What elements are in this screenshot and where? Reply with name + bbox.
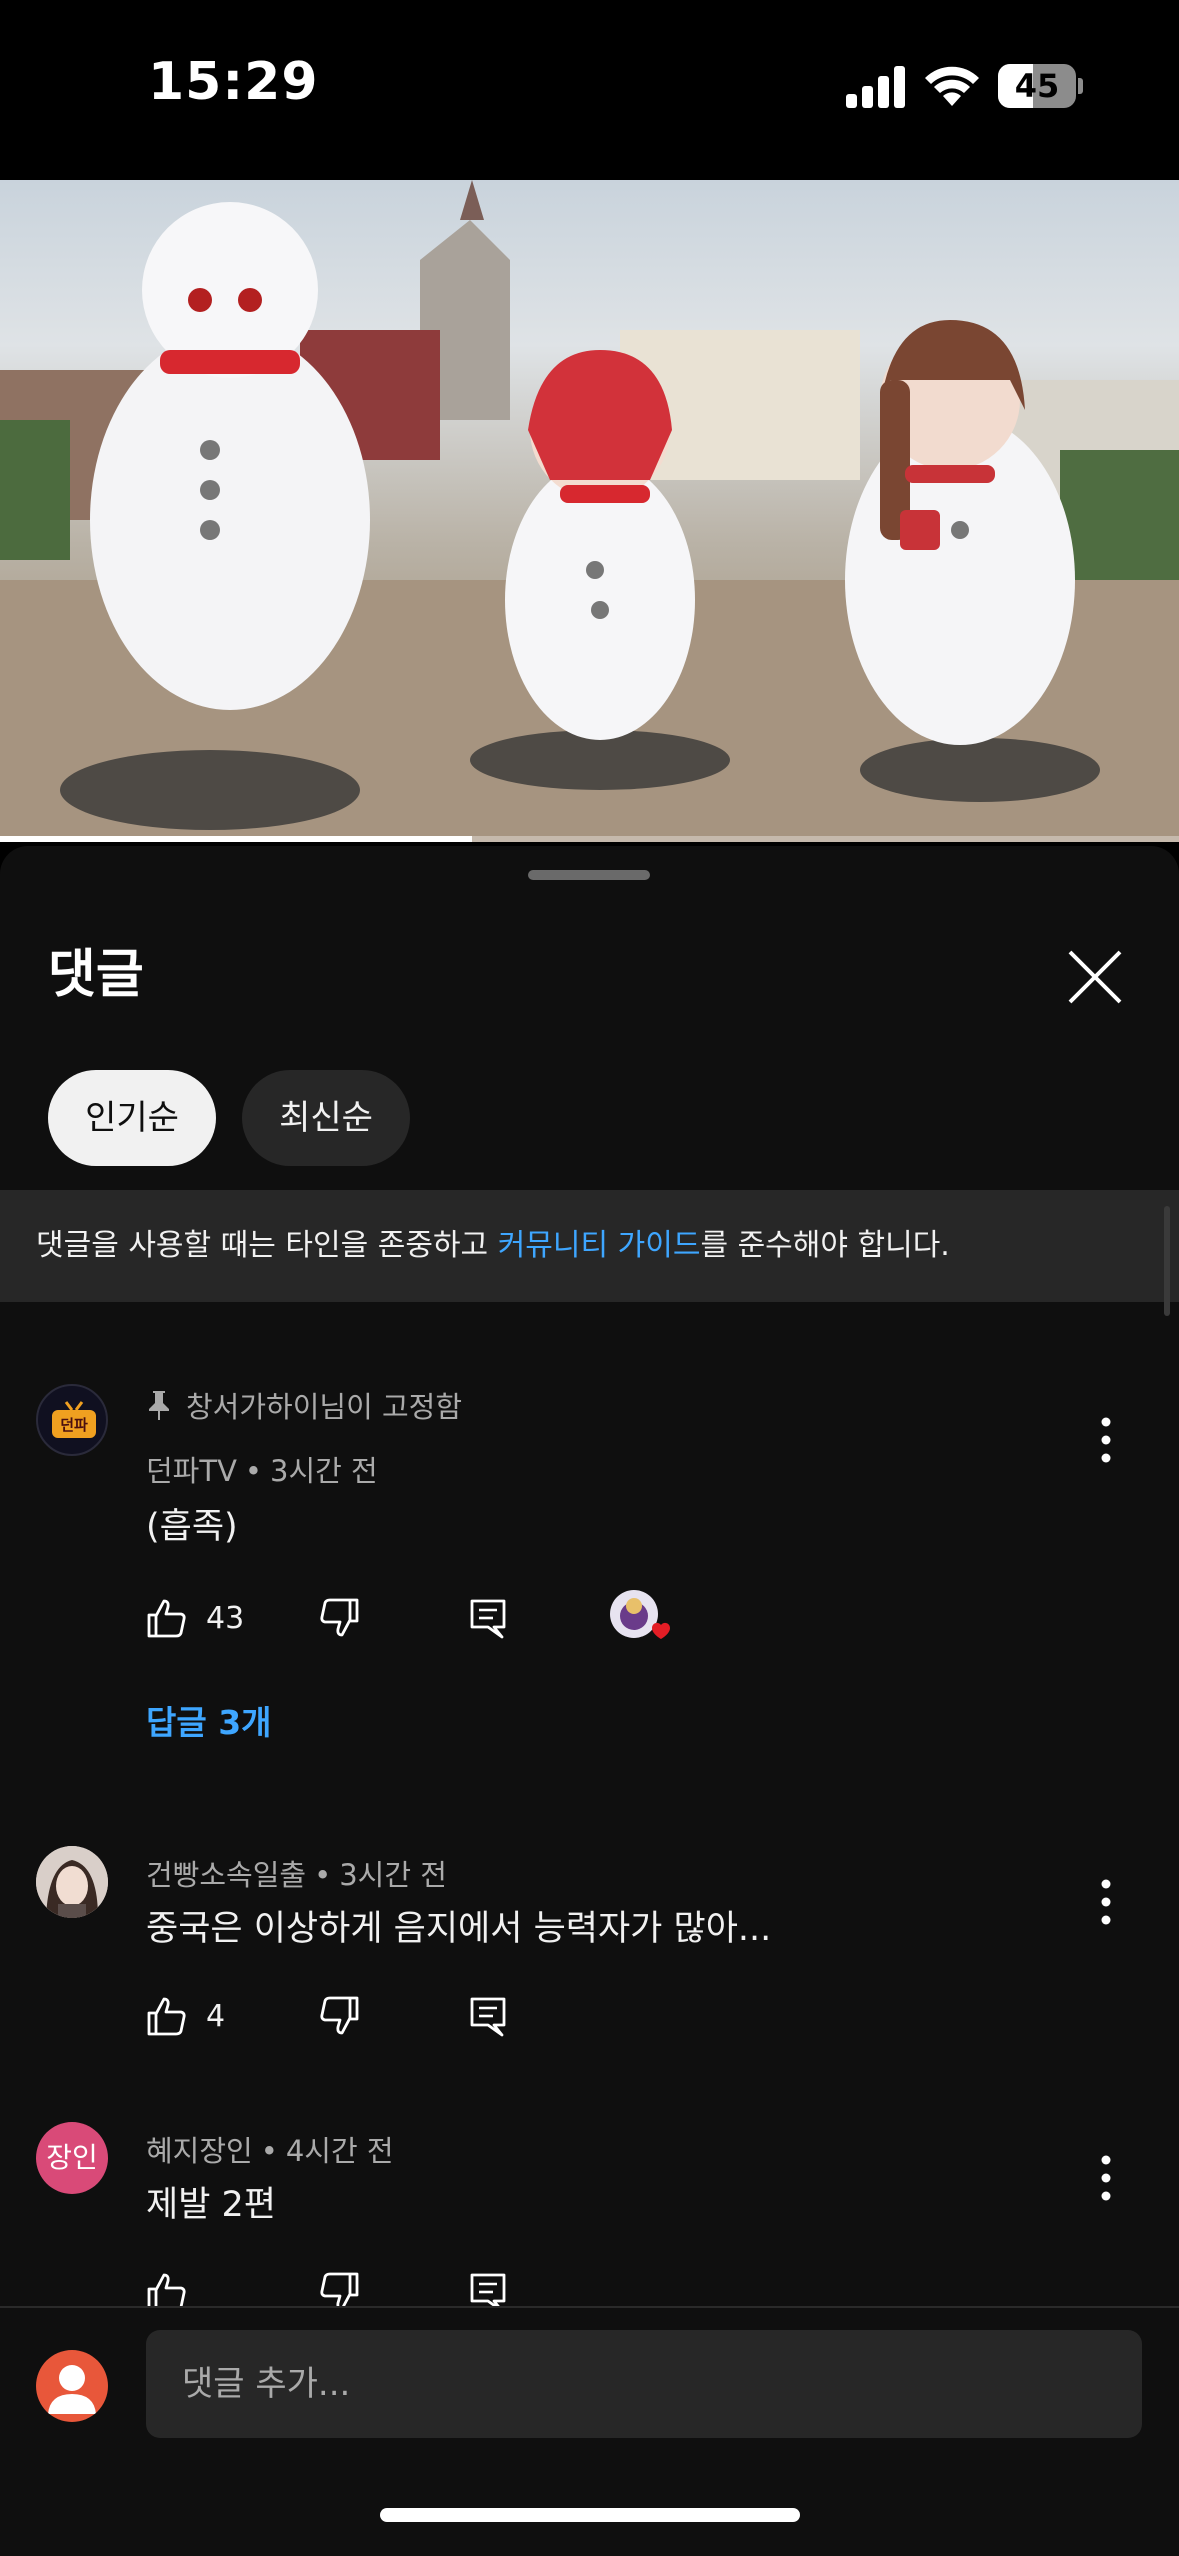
avatar[interactable]: 던파: [36, 1384, 108, 1456]
comment-time: 3시간 전: [270, 1454, 378, 1488]
comment-text: (흡족): [146, 1507, 238, 1547]
avatar[interactable]: [36, 1846, 108, 1918]
sheet-grabber-handle[interactable]: [528, 870, 650, 880]
video-progress-bar[interactable]: [0, 836, 1179, 842]
reply-button[interactable]: [468, 2262, 508, 2312]
community-guidelines-link[interactable]: 커뮤니티 가이드: [498, 1228, 701, 1263]
video-progress-played: [0, 836, 472, 842]
reply-button[interactable]: [468, 1588, 508, 1648]
comment-actions: [146, 2262, 746, 2312]
like-button[interactable]: 4: [146, 1986, 225, 2046]
channel-logo-icon: 던파: [52, 1401, 96, 1438]
comments-sheet: 댓글 인기순 최신순 댓글을 사용할 때는 타인을 존중하고 커뮤니티 가이드를…: [0, 846, 1179, 2556]
avatar[interactable]: 장인: [36, 2122, 108, 2194]
cellular-signal-icon: [846, 64, 906, 108]
video-player[interactable]: [0, 180, 1179, 842]
sort-chip-newest[interactable]: 최신순: [242, 1070, 410, 1166]
comment-item: 장인 혜지장인 • 4시간 전 제발 2편: [0, 2122, 1179, 2312]
more-options-icon[interactable]: [1090, 1410, 1122, 1470]
thumbs-down-icon: [320, 1598, 359, 1637]
more-options-icon[interactable]: [1090, 2148, 1122, 2208]
view-replies-button[interactable]: 답글 3개: [146, 1696, 272, 1744]
meta-separator: •: [244, 1454, 263, 1488]
comment-author[interactable]: 던파TV: [146, 1454, 237, 1488]
creator-heart-icon: [610, 1590, 670, 1639]
status-time: 15:29: [148, 52, 319, 112]
pinned-label: 창서가하이님이 고정함: [146, 1384, 462, 1426]
reply-icon: [470, 1599, 506, 1639]
comment-meta: 혜지장인 • 4시간 전: [146, 2128, 394, 2170]
scrollbar[interactable]: [1164, 1206, 1170, 1316]
notice-text-after: 를 준수해야 합니다.: [700, 1228, 950, 1263]
comment-meta: 건빵소속일출 • 3시간 전: [146, 1852, 447, 1894]
dislike-button[interactable]: [318, 1986, 360, 2046]
like-button[interactable]: [146, 2262, 188, 2312]
comment-text: 중국은 이상하게 음지에서 능력자가 많아...: [146, 1909, 772, 1949]
status-bar: 15:29 45: [0, 0, 1179, 180]
reply-button[interactable]: [468, 1986, 508, 2046]
comment-author[interactable]: 혜지장인: [146, 2134, 253, 2168]
comment-meta: 던파TV • 3시간 전: [146, 1448, 378, 1490]
comments-title: 댓글: [48, 945, 144, 1005]
pinned-by-text: 창서가하이님이 고정함: [186, 1390, 463, 1424]
comment-item: 던파 창서가하이님이 고정함 던파TV • 3시간 전 (흡족) 43 답글 3…: [0, 1366, 1179, 1742]
reply-icon: [470, 1997, 506, 2037]
home-indicator[interactable]: [380, 2508, 800, 2522]
like-button[interactable]: 43: [146, 1588, 244, 1648]
user-avatar-icon: [48, 2365, 96, 2414]
thumbs-down-icon: [320, 1996, 359, 2035]
comment-author[interactable]: 건빵소속일출: [146, 1858, 306, 1892]
battery-percentage: 45: [1014, 67, 1060, 105]
dislike-button[interactable]: [318, 2262, 360, 2312]
meta-separator: •: [260, 2134, 278, 2168]
my-avatar[interactable]: [36, 2350, 108, 2422]
notice-text-before: 댓글을 사용할 때는 타인을 존중하고: [36, 1228, 498, 1263]
comment-input-bar: 댓글 추가...: [0, 2306, 1179, 2556]
video-frame: [0, 180, 1179, 842]
add-comment-input[interactable]: 댓글 추가...: [146, 2330, 1142, 2438]
user-photo-icon: [36, 1846, 108, 1918]
battery-icon: 45: [998, 64, 1076, 108]
battery-nub: [1078, 78, 1083, 94]
thumbs-up-icon: [147, 1599, 186, 1638]
pin-icon: [149, 1391, 169, 1420]
thumbs-up-icon: [147, 1997, 186, 2036]
comment-actions: 43: [146, 1588, 746, 1648]
comment-item: 건빵소속일출 • 3시간 전 중국은 이상하게 음지에서 능력자가 많아... 4: [0, 1846, 1179, 2076]
close-icon[interactable]: [1060, 942, 1130, 1012]
more-options-icon[interactable]: [1090, 1872, 1122, 1932]
comment-text: 제발 2편: [146, 2185, 276, 2225]
like-count: 4: [206, 1998, 226, 2034]
comment-time: 4시간 전: [285, 2134, 394, 2168]
like-count: 43: [206, 1600, 245, 1636]
comment-time: 3시간 전: [339, 1858, 447, 1892]
creator-heart-badge: [608, 1588, 674, 1648]
sort-chip-top[interactable]: 인기순: [48, 1070, 216, 1166]
avatar-text: 던파: [60, 1416, 88, 1434]
comment-actions: 4: [146, 1986, 746, 2046]
meta-separator: •: [314, 1858, 332, 1892]
wifi-icon: [925, 66, 979, 106]
dislike-button[interactable]: [318, 1588, 360, 1648]
community-notice: 댓글을 사용할 때는 타인을 존중하고 커뮤니티 가이드를 준수해야 합니다.: [0, 1190, 1179, 1302]
